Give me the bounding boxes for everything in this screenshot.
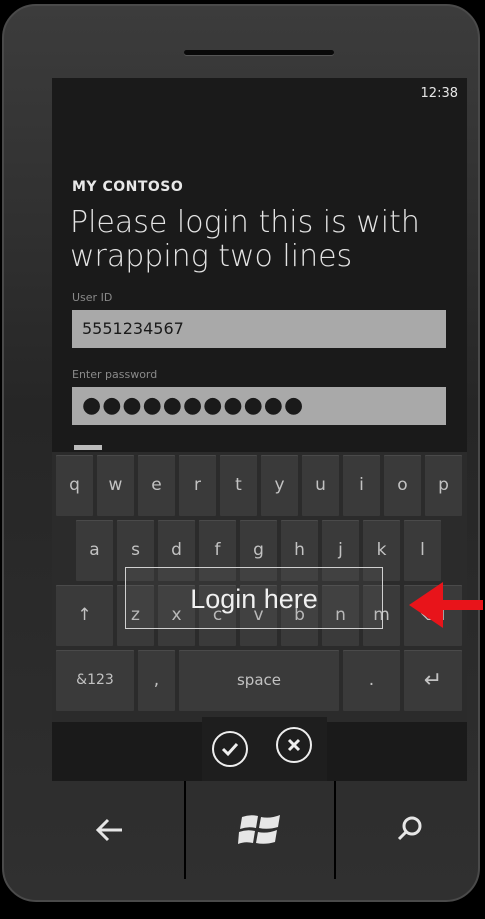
scroll-indicator [74, 445, 102, 450]
key-l[interactable]: l [404, 520, 441, 581]
status-time: 12:38 [420, 86, 458, 101]
key-i[interactable]: i [343, 455, 380, 516]
key-p[interactable]: p [425, 455, 462, 516]
search-icon[interactable] [336, 781, 482, 879]
phone-frame: 12:38 MY CONTOSO Please login this is wi… [2, 4, 480, 902]
shift-key[interactable]: ↑ [56, 585, 113, 646]
earpiece-speaker [184, 50, 334, 55]
back-arrow-icon[interactable] [34, 781, 184, 879]
app-name: MY CONTOSO [72, 179, 184, 195]
comma-key[interactable]: , [138, 650, 175, 711]
login-callout: Login here [125, 567, 383, 629]
app-bar [202, 717, 327, 781]
user-id-field[interactable]: 5551234567 [72, 310, 446, 348]
page-title: Please login this is with wrapping two l… [70, 205, 420, 274]
red-arrow-icon [409, 582, 483, 628]
period-key[interactable]: . [343, 650, 400, 711]
close-icon[interactable] [276, 727, 312, 763]
enter-key[interactable]: ↵ [404, 650, 462, 711]
user-id-label: User ID [72, 291, 113, 304]
password-label: Enter password [72, 368, 158, 381]
windows-logo-icon[interactable] [186, 781, 334, 879]
key-r[interactable]: r [179, 455, 216, 516]
key-y[interactable]: y [261, 455, 298, 516]
phone-screen: 12:38 MY CONTOSO Please login this is wi… [52, 78, 467, 781]
hardware-buttons [4, 781, 482, 879]
key-t[interactable]: t [220, 455, 257, 516]
key-u[interactable]: u [302, 455, 339, 516]
symbols-key[interactable]: &123 [56, 650, 134, 711]
key-e[interactable]: e [138, 455, 175, 516]
key-a[interactable]: a [76, 520, 113, 581]
key-o[interactable]: o [384, 455, 421, 516]
check-icon[interactable] [212, 731, 248, 767]
key-q[interactable]: q [56, 455, 93, 516]
space-key[interactable]: space [179, 650, 339, 711]
key-w[interactable]: w [97, 455, 134, 516]
password-field[interactable]: ●●●●●●●●●●● [72, 387, 446, 425]
